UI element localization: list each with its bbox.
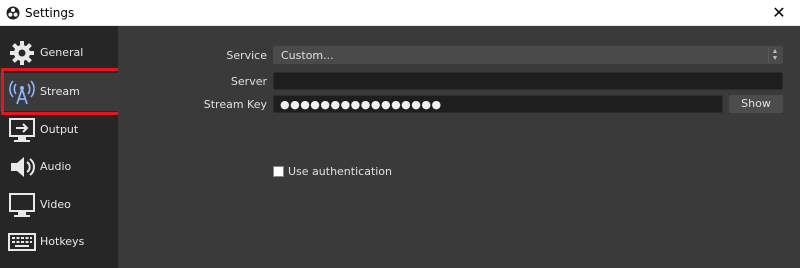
monitor-icon: [9, 193, 35, 217]
stream-key-label: Stream Key: [203, 98, 267, 111]
sidebar-item-label: Video: [40, 198, 71, 211]
sidebar-item-general[interactable]: General: [0, 34, 118, 72]
service-value: Custom...: [281, 49, 334, 62]
sidebar-item-label: Audio: [40, 160, 72, 173]
service-label: Service: [226, 49, 267, 62]
stream-key-input[interactable]: ●●●●●●●●●●●●●●●●: [273, 95, 723, 113]
close-button[interactable]: ✕: [764, 0, 794, 26]
title-bar: Settings ✕: [0, 0, 800, 26]
sidebar-item-audio[interactable]: Audio: [0, 148, 118, 186]
sidebar-item-stream[interactable]: Stream: [0, 73, 118, 111]
sidebar-item-label: Output: [40, 123, 79, 136]
server-input[interactable]: [273, 72, 783, 90]
obs-logo-icon: [6, 6, 20, 20]
sidebar-item-hotkeys[interactable]: Hotkeys: [0, 223, 118, 261]
sidebar-item-label: Stream: [40, 85, 80, 98]
gear-icon: [10, 41, 34, 65]
use-authentication-label[interactable]: Use authentication: [288, 165, 392, 178]
sidebar-divider: [118, 26, 128, 268]
broadcast-tower-icon: [9, 80, 35, 105]
speaker-icon: [11, 157, 35, 177]
output-monitor-icon: [9, 118, 35, 142]
sidebar-item-label: General: [40, 46, 84, 59]
stream-key-value: ●●●●●●●●●●●●●●●●: [280, 98, 442, 111]
keyboard-icon: [8, 233, 36, 251]
use-authentication-checkbox[interactable]: [273, 166, 284, 177]
spinner-arrows-icon: ▲ ▼: [768, 47, 781, 63]
show-key-button[interactable]: Show: [729, 95, 783, 113]
sidebar-item-video[interactable]: Video: [0, 186, 118, 224]
sidebar-item-label: Hotkeys: [40, 235, 85, 248]
service-select[interactable]: Custom... ▲ ▼: [273, 46, 783, 64]
server-label: Server: [230, 75, 267, 88]
sidebar-item-output[interactable]: Output: [0, 111, 118, 149]
settings-window: General Stream Output Audio Video Hotkey…: [0, 26, 800, 268]
settings-sidebar: General Stream Output Audio Video Hotkey…: [0, 26, 122, 268]
window-title: Settings: [25, 6, 75, 20]
